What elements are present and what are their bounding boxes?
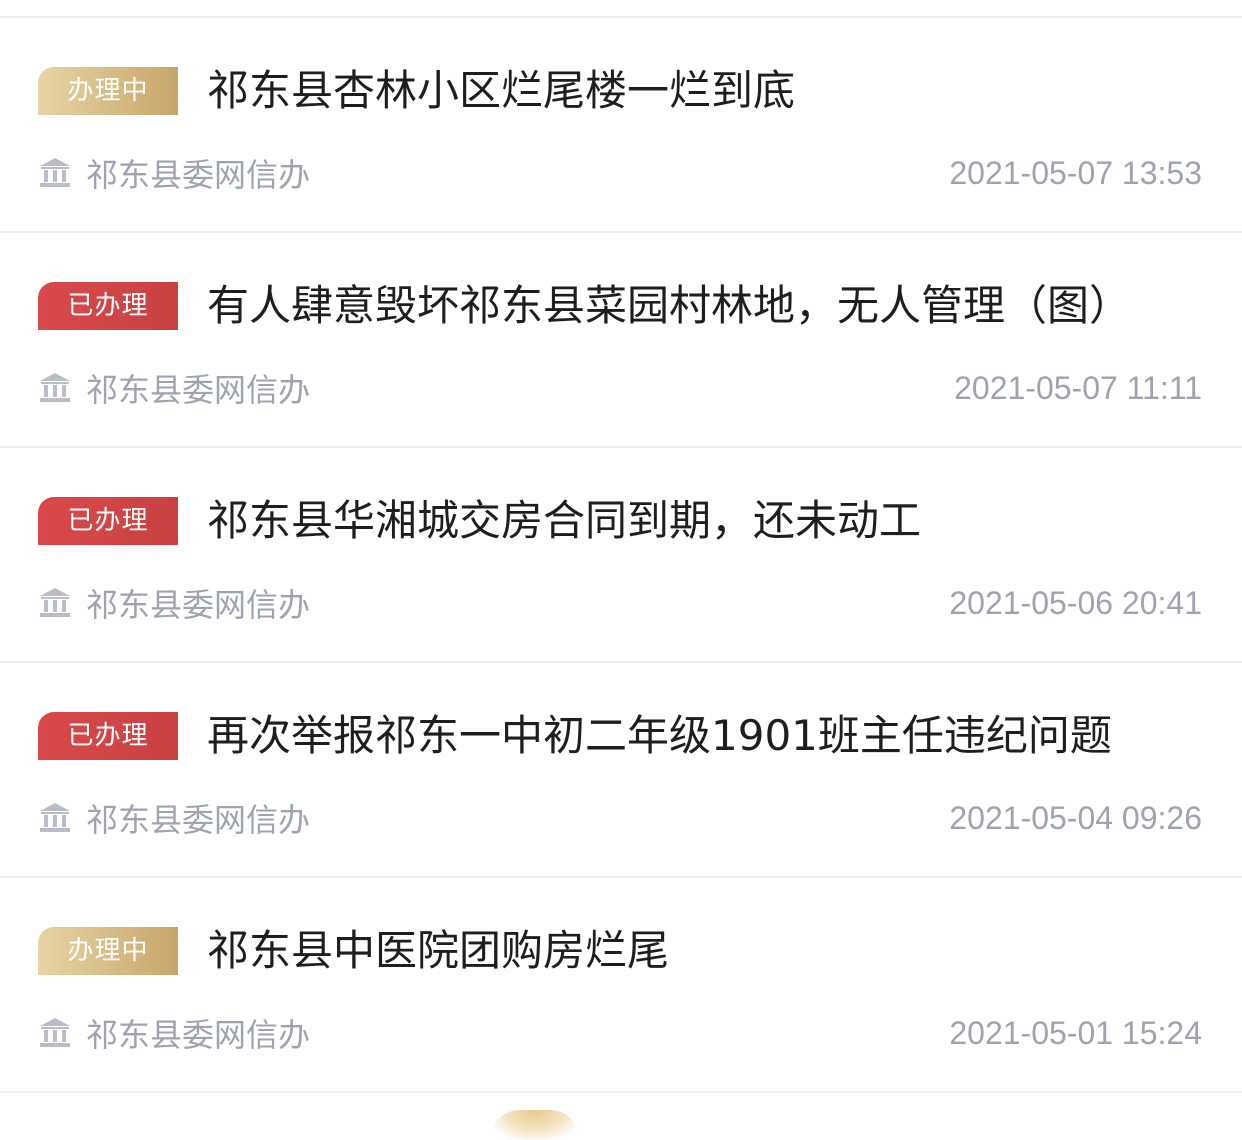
item-title[interactable]: 有人肆意毁坏祁东县菜园村林地，无人管理（图） <box>207 277 1212 335</box>
government-building-icon <box>40 158 70 187</box>
list-item[interactable]: 已办理 有人肆意毁坏祁东县菜园村林地，无人管理（图） 祁东县委网信办 2021-… <box>0 233 1242 448</box>
item-source: 祁东县委网信办 <box>38 1010 310 1056</box>
list-item[interactable]: 办理中 祁东县杏林小区烂尾楼一烂到底 祁东县委网信办 2021-05-07 13… <box>0 18 1242 233</box>
status-badge: 已办理 <box>38 497 178 545</box>
floating-button-edge[interactable] <box>490 1110 580 1140</box>
government-building-icon <box>40 588 70 617</box>
timestamp: 2021-05-07 13:53 <box>949 154 1202 191</box>
item-title[interactable]: 祁东县中医院团购房烂尾 <box>207 922 1212 980</box>
government-building-icon <box>40 803 70 832</box>
item-meta: 祁东县委网信办 2021-05-01 15:24 <box>38 1008 1202 1058</box>
list-item[interactable]: 已办理 再次举报祁东一中初二年级1901班主任违纪问题 祁东县委网信办 2021… <box>0 663 1242 878</box>
timestamp: 2021-05-06 20:41 <box>949 584 1202 621</box>
item-source: 祁东县委网信办 <box>38 365 310 411</box>
status-badge: 已办理 <box>38 712 178 760</box>
item-meta: 祁东县委网信办 2021-05-07 13:53 <box>38 148 1202 198</box>
item-title[interactable]: 祁东县华湘城交房合同到期，还未动工 <box>207 492 1212 550</box>
source-label: 祁东县委网信办 <box>86 156 311 194</box>
item-source: 祁东县委网信办 <box>38 150 310 196</box>
item-meta: 祁东县委网信办 2021-05-06 20:41 <box>38 578 1202 628</box>
source-label: 祁东县委网信办 <box>86 1016 311 1054</box>
source-label: 祁东县委网信办 <box>86 801 311 839</box>
item-title[interactable]: 祁东县杏林小区烂尾楼一烂到底 <box>207 62 1212 120</box>
status-badge: 办理中 <box>38 927 178 975</box>
timestamp: 2021-05-07 11:11 <box>954 369 1202 406</box>
item-title[interactable]: 再次举报祁东一中初二年级1901班主任违纪问题 <box>207 707 1212 765</box>
timestamp: 2021-05-01 15:24 <box>949 1014 1202 1051</box>
list-item[interactable]: 已办理 祁东县华湘城交房合同到期，还未动工 祁东县委网信办 2021-05-06… <box>0 448 1242 663</box>
government-building-icon <box>40 1018 70 1047</box>
status-badge: 已办理 <box>38 282 178 330</box>
status-badge: 办理中 <box>38 67 178 115</box>
item-meta: 祁东县委网信办 2021-05-04 09:26 <box>38 793 1202 843</box>
timestamp: 2021-05-04 09:26 <box>949 799 1202 836</box>
list-item[interactable]: 办理中 祁东县中医院团购房烂尾 祁东县委网信办 2021-05-01 15:24 <box>0 878 1242 1093</box>
message-list: 办理中 祁东县杏林小区烂尾楼一烂到底 祁东县委网信办 2021-05-07 13… <box>0 16 1242 1093</box>
source-label: 祁东县委网信办 <box>86 586 311 624</box>
item-source: 祁东县委网信办 <box>38 580 310 626</box>
item-meta: 祁东县委网信办 2021-05-07 11:11 <box>38 363 1202 413</box>
government-building-icon <box>40 373 70 402</box>
source-label: 祁东县委网信办 <box>86 371 311 409</box>
item-source: 祁东县委网信办 <box>38 795 310 841</box>
